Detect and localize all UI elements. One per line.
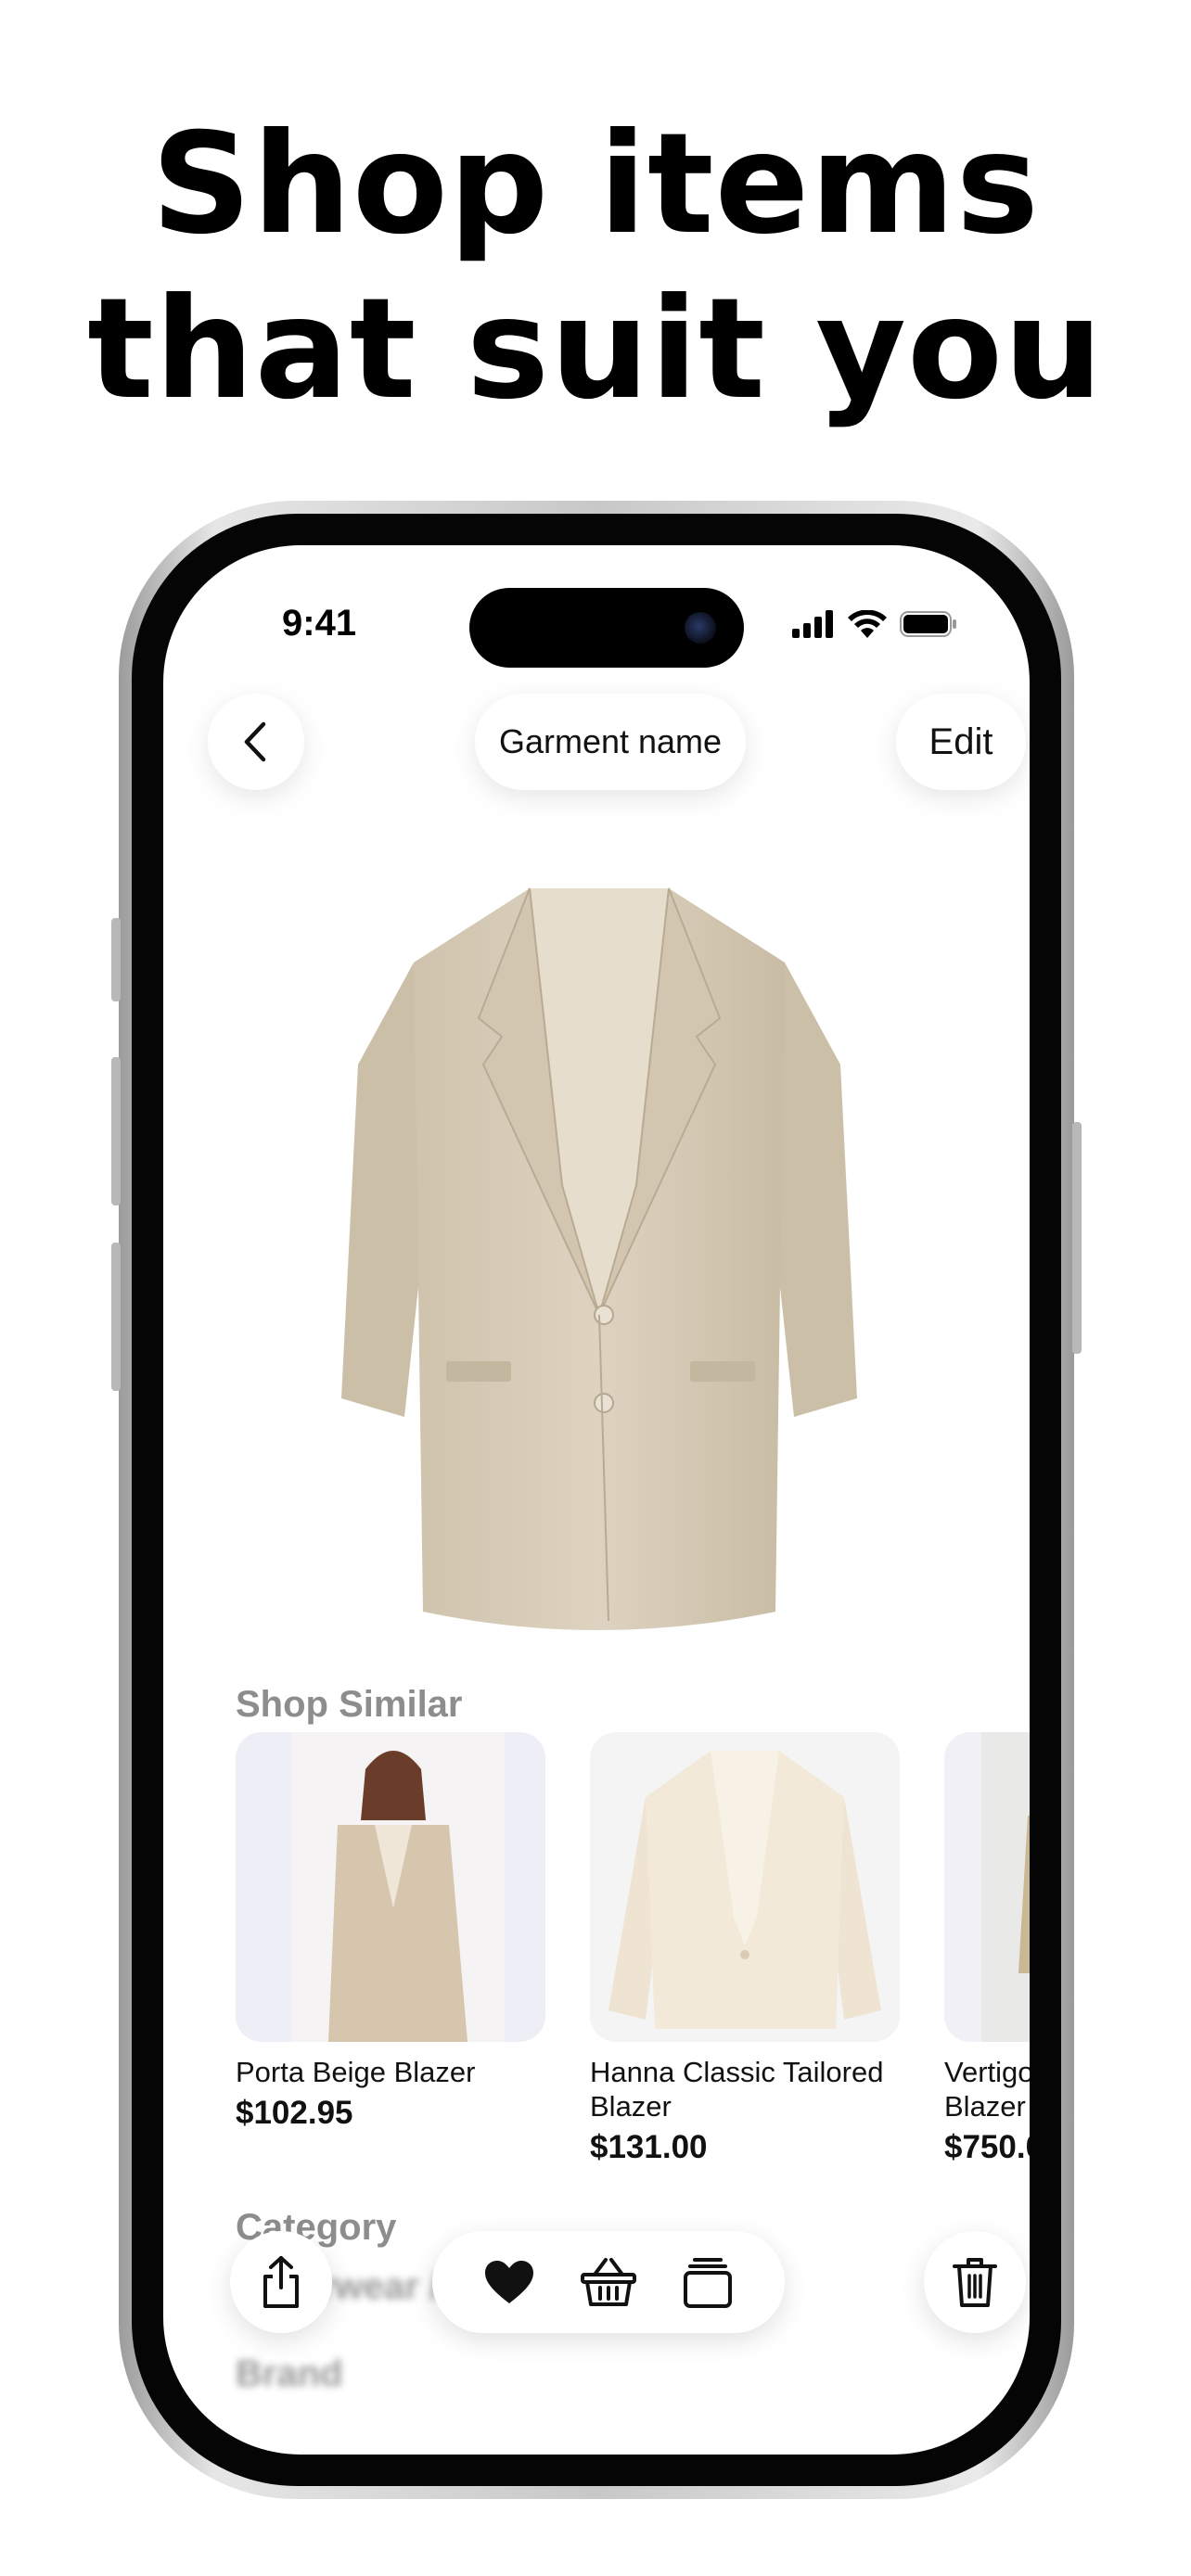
- action-button: [111, 918, 121, 1001]
- share-button[interactable]: [230, 2231, 332, 2333]
- delete-button[interactable]: [924, 2231, 1026, 2333]
- headline: Shop items that suit you: [0, 102, 1191, 432]
- collections-button[interactable]: [666, 2240, 749, 2324]
- shop-item-image: [236, 1732, 545, 2042]
- screen: 9:41 Garment name Edit Shop Similar Port…: [163, 545, 1030, 2455]
- cellular-signal-icon: [792, 610, 833, 638]
- camera-icon: [685, 612, 716, 644]
- dynamic-island: [469, 588, 744, 668]
- headline-line-2: that suit you: [87, 269, 1104, 430]
- collections-icon: [683, 2258, 732, 2308]
- cream-blazer-image: [608, 1751, 881, 2029]
- shop-item-image: [590, 1732, 900, 2042]
- heart-icon: [485, 2261, 534, 2303]
- action-toolbar: [432, 2231, 785, 2333]
- shop-item-price: $102.95: [236, 2095, 353, 2131]
- shop-item-name: Porta Beige Blazer: [236, 2056, 476, 2088]
- volume-down-button: [111, 1243, 121, 1391]
- shop-similar-title: Shop Similar: [236, 1684, 463, 1725]
- volume-up-button: [111, 1057, 121, 1205]
- shop-item-card[interactable]: Hanna Classic Tailored Blazer $131.00: [590, 1732, 900, 2166]
- wifi-icon: [848, 610, 887, 638]
- shop-item-name: Vertigo Classic Button Blazer: [944, 2056, 1030, 2123]
- headline-line-1: Shop items: [151, 104, 1040, 265]
- trash-icon: [953, 2258, 997, 2307]
- garment-image: [341, 887, 857, 1630]
- model-blazer-image: [981, 1732, 1030, 2042]
- garment-name-title[interactable]: Garment name: [475, 694, 746, 790]
- status-icons: [792, 610, 957, 638]
- shop-item-card[interactable]: Vertigo Classic Button Blazer $750.00: [944, 1732, 1030, 2166]
- phone-bezel: 9:41 Garment name Edit Shop Similar Port…: [132, 514, 1061, 2486]
- battery-icon: [900, 611, 956, 637]
- back-button[interactable]: [208, 694, 304, 790]
- basket-button[interactable]: [567, 2240, 650, 2324]
- chevron-left-icon: [244, 721, 266, 762]
- shop-item-name: Hanna Classic Tailored Blazer: [590, 2056, 884, 2123]
- status-time: 9:41: [282, 603, 357, 644]
- model-blazer-image: [291, 1732, 505, 2042]
- phone-frame: 9:41 Garment name Edit Shop Similar Port…: [111, 501, 1082, 2499]
- favorite-button[interactable]: [467, 2240, 551, 2324]
- shop-similar-list[interactable]: Porta Beige Blazer $102.95 Hanna Classic…: [236, 1732, 1030, 2166]
- shop-item-card[interactable]: Porta Beige Blazer $102.95: [236, 1732, 545, 2166]
- basket-icon: [580, 2258, 636, 2306]
- edit-button[interactable]: Edit: [896, 694, 1026, 790]
- shop-item-price: $750.00: [944, 2129, 1030, 2165]
- power-button: [1072, 1122, 1082, 1354]
- shop-item-image: [944, 1732, 1030, 2042]
- share-icon: [263, 2256, 299, 2308]
- shop-item-price: $131.00: [590, 2129, 708, 2165]
- brand-title: Brand: [236, 2353, 343, 2394]
